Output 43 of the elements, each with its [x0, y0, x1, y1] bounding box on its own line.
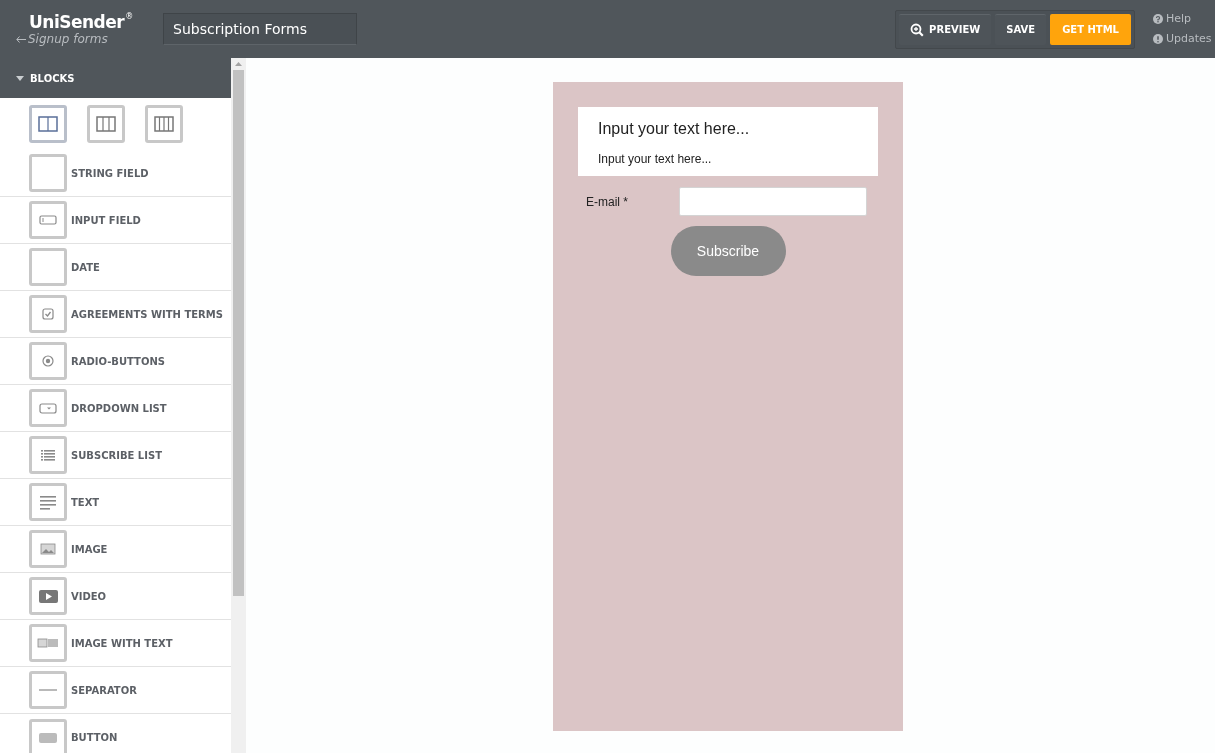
block-label[interactable]: STRING FIELD [71, 165, 149, 181]
form-name-field[interactable]: Subscription Forms [163, 13, 357, 45]
button-block-icon [39, 732, 57, 743]
block-label[interactable]: TEXT [71, 494, 100, 510]
block-label[interactable]: DATE [71, 259, 100, 275]
zoom-in-icon [910, 22, 925, 37]
block-label[interactable]: BUTTON [71, 730, 118, 745]
help-link[interactable]: Help [1153, 10, 1215, 27]
subscribe-button[interactable]: Subscribe [670, 226, 786, 276]
block-label[interactable]: RADIO-BUTTONS [71, 353, 165, 369]
scroll-up-icon[interactable] [235, 62, 242, 66]
block-tile [29, 154, 67, 192]
scrollbar-thumb[interactable] [233, 70, 244, 596]
form-heading: Input your text here... [598, 119, 751, 139]
block-label[interactable]: INPUT FIELD [71, 212, 141, 228]
block-label[interactable]: DROPDOWN LIST [71, 400, 167, 416]
caret-icon [16, 75, 24, 81]
logo: UniSender [29, 12, 125, 32]
updates-link[interactable]: Updates [1153, 31, 1215, 48]
column-layout-button[interactable] [29, 105, 67, 143]
columns-icon [38, 116, 58, 132]
columns-icon [154, 116, 174, 132]
block-label[interactable]: VIDEO [71, 588, 107, 604]
block-label[interactable]: AGREEMENTS WITH TERMS [71, 306, 223, 322]
block-tile [29, 248, 67, 286]
column-layout-button[interactable] [87, 105, 125, 143]
registered-mark: ® [125, 12, 134, 21]
block-label[interactable]: SUBSCRIBE LIST [71, 447, 162, 463]
back-link[interactable]: Signup forms [16, 32, 163, 46]
form-subtext: Input your text here... [598, 151, 713, 168]
columns-icon [96, 116, 116, 132]
separator-block-icon [39, 689, 57, 691]
help-icon [1153, 13, 1163, 24]
info-icon [1153, 34, 1163, 45]
email-field[interactable] [679, 187, 867, 216]
arrow-left-icon [16, 35, 26, 43]
blocks-section-header[interactable]: BLOCKS [0, 58, 231, 98]
block-label[interactable]: IMAGE WITH TEXT [71, 635, 173, 651]
email-label: E-mail * [586, 193, 629, 211]
column-layout-button[interactable] [145, 105, 183, 143]
scrollbar[interactable] [231, 58, 246, 753]
block-label[interactable]: SEPARATOR [71, 682, 137, 698]
block-label[interactable]: IMAGE [71, 541, 108, 557]
